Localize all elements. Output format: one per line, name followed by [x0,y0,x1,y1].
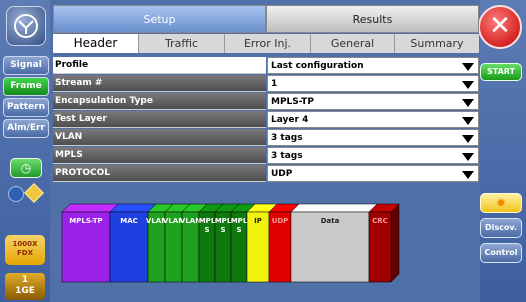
sidebar-tab-label: Pattern [7,102,45,112]
setting-label: VLAN [53,129,266,146]
brightness-button[interactable]: ✹ [480,193,522,213]
subtab-general[interactable]: General [311,34,395,53]
frame-block-label: MPL [231,217,248,225]
link-duplex-text: FDX [17,249,33,257]
frame-block-label: S [220,226,225,234]
sub-tabs: Header Traffic Error Inj. General Summar… [53,34,479,53]
subtab-summary[interactable]: Summary [395,34,479,53]
start-button[interactable]: START [480,63,522,81]
setting-row-stream: Stream # 1 [53,75,479,93]
frame-block-top [61,203,119,213]
setting-label: PROTOCOL [53,165,266,182]
right-sidebar: ✕ START ✹ Discov. Control [478,0,526,302]
control-button[interactable]: Control [480,243,522,263]
setting-value: MPLS-TP [271,97,314,107]
dropdown-arrow-icon [462,117,474,125]
left-sidebar: Signal Frame Pattern Alm/Err ◷ 1000X FDX… [0,0,50,302]
frame-structure-diagram: MPLS-TP MAC VLANVLANVLANMPLSMPLSMPLSIP UDP D… [61,203,400,283]
setting-row-protocol: PROTOCOL UDP [53,165,479,183]
frame-block-label: S [236,226,241,234]
setting-label: Profile [53,57,266,74]
port-type: 1GE [15,286,35,296]
setting-value: 3 tags [271,151,303,161]
tab-setup[interactable]: Setup [53,5,266,33]
frame-block-label: CRC [372,217,388,225]
top-tabs: Setup Results [53,5,479,33]
port-badge[interactable]: 1 1GE [5,273,45,300]
setting-value: Layer 4 [271,115,309,125]
sidebar-tab-signal[interactable]: Signal [3,56,49,75]
frame-block-label: MAC [120,217,138,225]
profile-select[interactable]: Last configuration [267,57,479,74]
sidebar-tab-pattern[interactable]: Pattern [3,98,49,117]
dropdown-arrow-icon [462,153,474,161]
link-status-badge: 1000X FDX [5,235,45,265]
sidebar-tab-alm-err[interactable]: Alm/Err [3,119,49,138]
dropdown-arrow-icon [462,99,474,107]
setting-label: Test Layer [53,111,266,128]
frame-block-label: Data [321,217,340,225]
discover-button[interactable]: Discov. [480,218,522,238]
frame-block-label: MPLS-TP [69,217,102,225]
setting-label: Encapsulation Type [53,93,266,110]
sidebar-tab-label: Signal [10,60,42,70]
frame-block-side [390,203,400,283]
setting-label: MPLS [53,147,266,164]
dropdown-arrow-icon [462,171,474,179]
close-icon: ✕ [489,11,511,41]
clock-button[interactable]: ◷ [10,158,42,178]
dropdown-arrow-icon [462,135,474,143]
encapsulation-select[interactable]: MPLS-TP [267,93,479,110]
test-layer-select[interactable]: Layer 4 [267,111,479,128]
globe-icon[interactable] [8,186,24,202]
frame-block-top [290,203,378,213]
setting-value: UDP [271,169,293,179]
frame-block-label: UDP [272,217,289,225]
mpls-select[interactable]: 3 tags [267,147,479,164]
setting-label: Stream # [53,75,266,92]
subtab-traffic[interactable]: Traffic [139,34,225,53]
setting-row-test-layer: Test Layer Layer 4 [53,111,479,129]
setting-row-mpls: MPLS 3 tags [53,147,479,165]
sidebar-tab-label: Alm/Err [7,123,45,133]
clock-icon: ◷ [20,161,32,175]
frame-block-label: MPL [199,217,216,225]
setting-row-profile: Profile Last configuration [53,57,479,75]
port-number: 1 [21,275,29,285]
frame-block-label: S [204,226,209,234]
link-speed-text: 1000X [12,240,38,248]
frame-block-label: MPL [215,217,232,225]
subtab-header[interactable]: Header [53,34,139,53]
diamond-icon[interactable] [24,183,44,203]
home-button[interactable] [6,6,46,46]
close-button[interactable]: ✕ [478,5,522,49]
sun-icon: ✹ [495,196,507,210]
setting-value: Last configuration [271,61,364,71]
vlan-select[interactable]: 3 tags [267,129,479,146]
subtab-error-inj[interactable]: Error Inj. [225,34,311,53]
sidebar-tab-label: Frame [10,81,42,91]
frame-block-mpls-tp: MPLS-TP [61,203,119,283]
frame-block-label: IP [254,217,262,225]
dropdown-arrow-icon [462,81,474,89]
sidebar-tab-frame[interactable]: Frame [3,77,49,96]
home-icon [14,14,38,38]
tab-results[interactable]: Results [266,5,479,33]
protocol-select[interactable]: UDP [267,165,479,182]
setting-row-vlan: VLAN 3 tags [53,129,479,147]
setting-value: 1 [271,79,278,89]
setting-row-encapsulation: Encapsulation Type MPLS-TP [53,93,479,111]
dropdown-arrow-icon [462,63,474,71]
frame-block-crc: CRC [368,203,400,283]
setting-value: 3 tags [271,133,303,143]
frame-block-data: Data [290,203,378,283]
stream-select[interactable]: 1 [267,75,479,92]
